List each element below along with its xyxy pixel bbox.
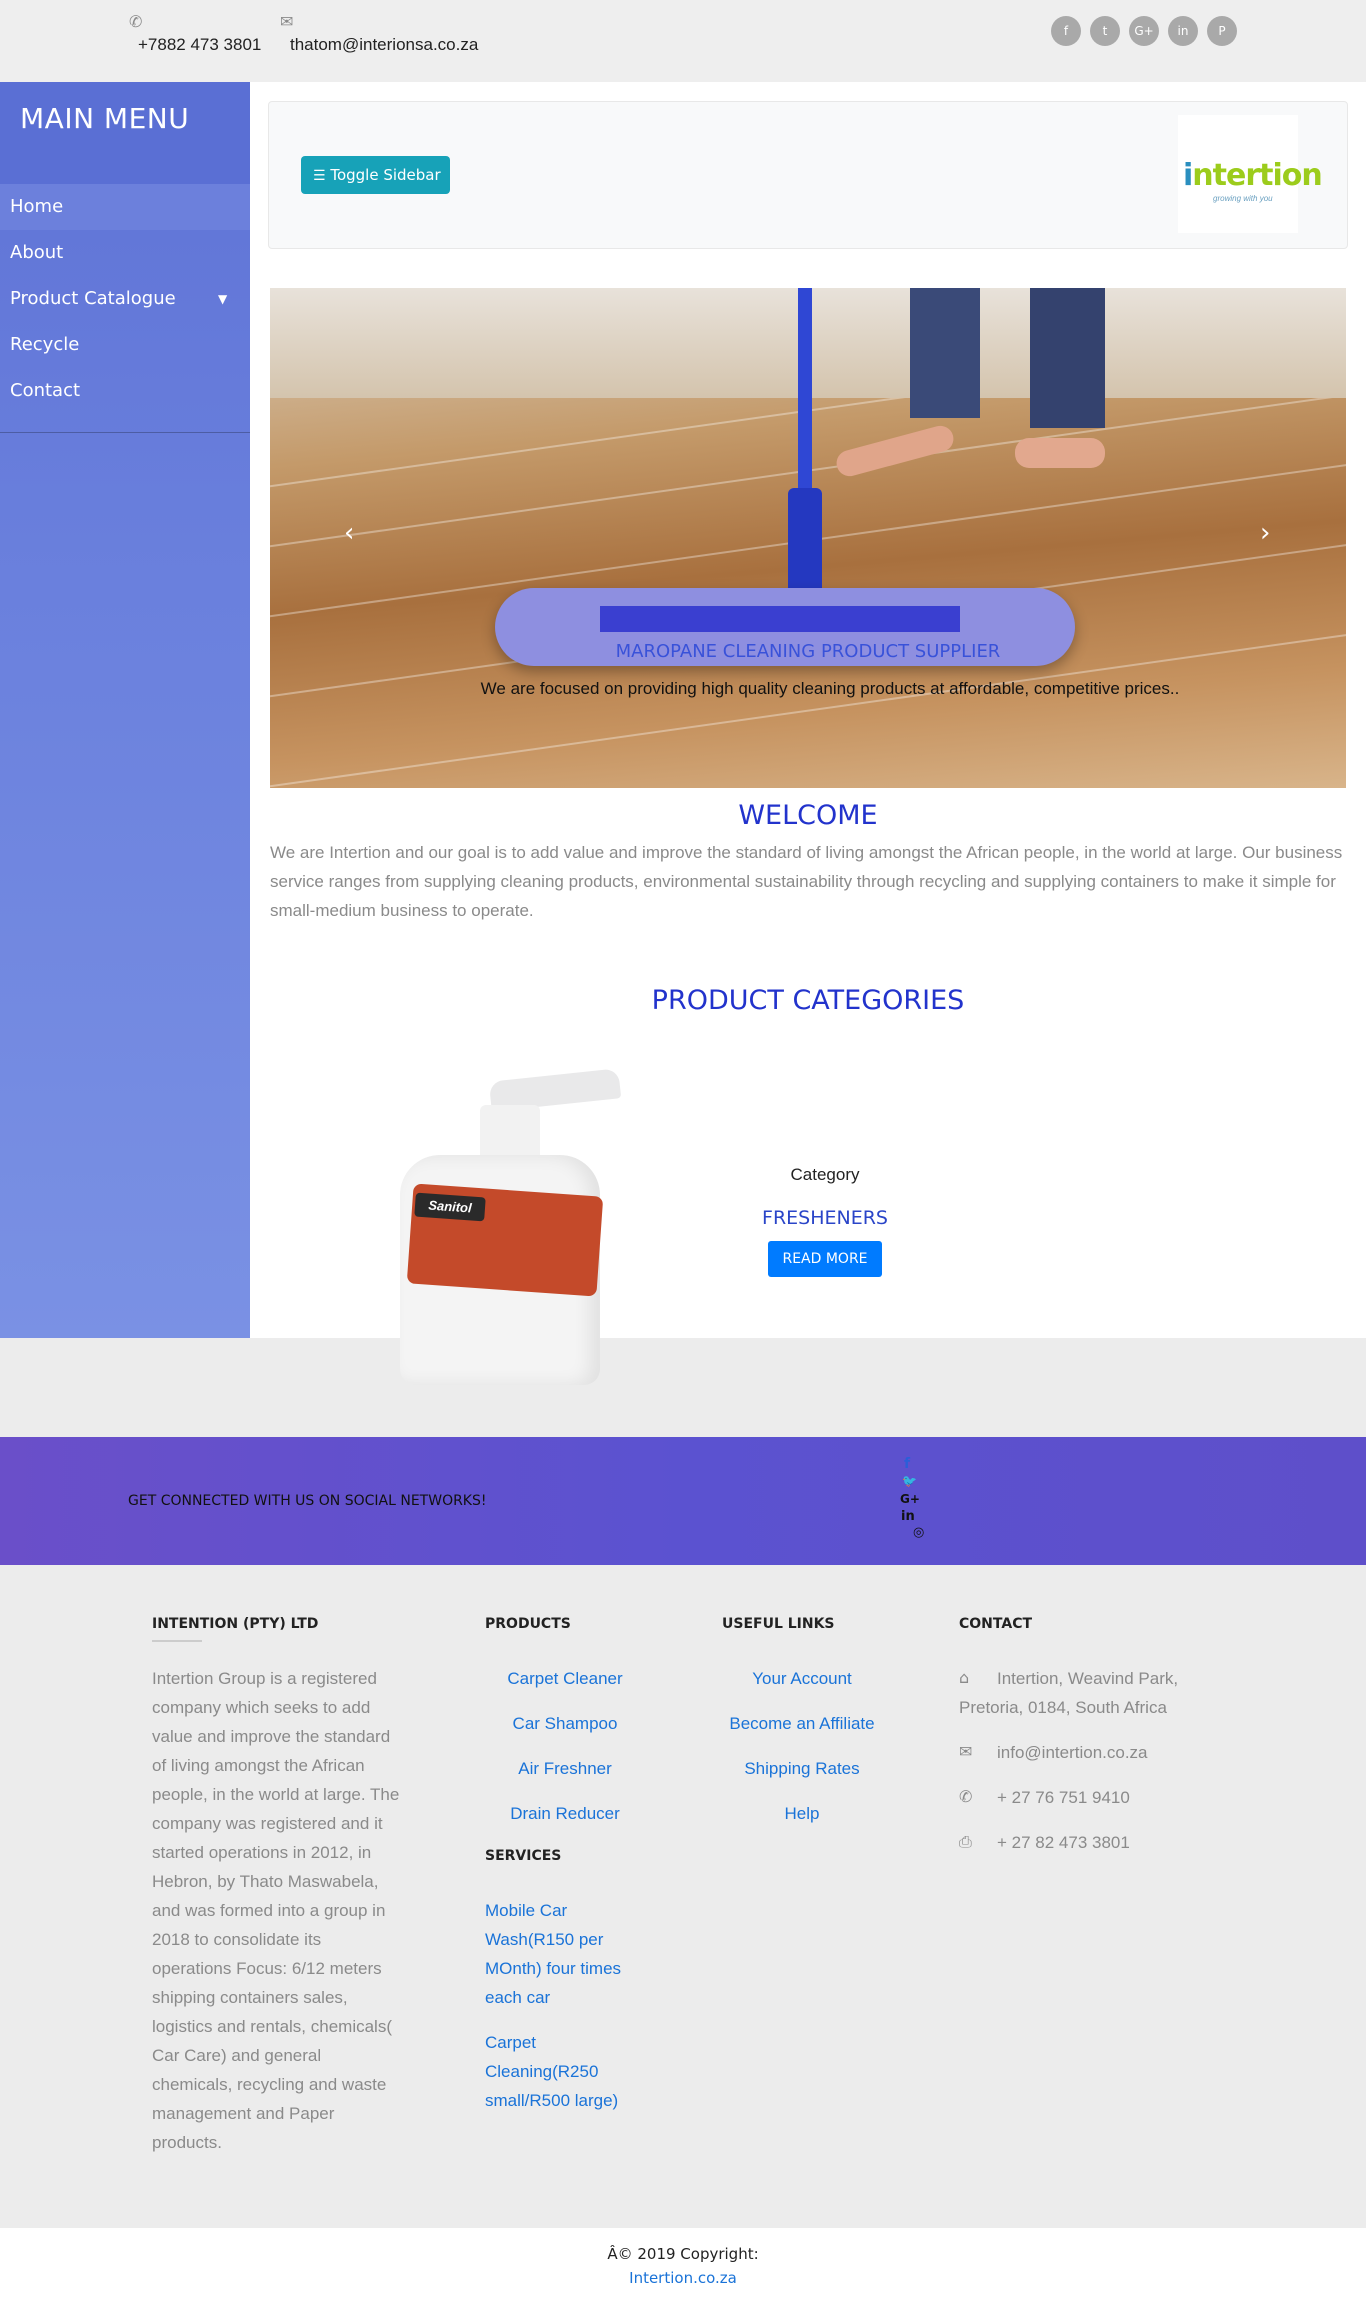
category-name[interactable]: FRESHENERS <box>750 1207 900 1229</box>
logo-wordmark: intertion <box>1183 158 1323 193</box>
foot <box>833 422 957 480</box>
footer-products-heading: PRODUCTS <box>485 1616 571 1632</box>
footer-link-air-freshner[interactable]: Air Freshner <box>485 1754 645 1783</box>
top-phone: +7882 473 3801 <box>138 35 262 54</box>
copyright-link[interactable]: Intertion.co.za <box>0 2269 1366 2287</box>
sidebar-item-contact[interactable]: Contact <box>0 368 250 414</box>
footer-link-become-affiliate[interactable]: Become an Affiliate <box>712 1709 892 1738</box>
footer-link-carpet-cleaner[interactable]: Carpet Cleaner <box>485 1664 645 1693</box>
facebook-icon[interactable]: f <box>1051 16 1081 46</box>
mop-handle <box>798 288 812 498</box>
carousel-prev-icon[interactable]: ‹ <box>344 518 354 548</box>
footer-link-shipping-rates[interactable]: Shipping Rates <box>712 1754 892 1783</box>
footer-link-car-shampoo[interactable]: Car Shampoo <box>485 1709 645 1738</box>
copyright-text: Â© 2019 Copyright: <box>607 2245 759 2263</box>
carousel-caption-title: MAROPANE CLEANING PRODUCT SUPPLIER <box>615 641 1001 662</box>
sidebar-divider <box>0 432 250 433</box>
sidebar-item-label: Home <box>10 196 64 217</box>
facebook-icon[interactable]: f <box>904 1456 910 1472</box>
footer-link-carpet-cleaning[interactable]: Carpet Cleaning(R250 small/R500 large) <box>485 2028 635 2115</box>
phone-icon: ✆ <box>959 1787 973 1806</box>
mop-frame <box>600 606 960 632</box>
logo-tagline: growing with you <box>1213 194 1273 203</box>
toggle-sidebar-button[interactable]: ☰ Toggle Sidebar <box>301 156 450 194</box>
sidebar-item-label: About <box>10 242 64 263</box>
logo-text: ntertion <box>1192 158 1322 193</box>
sidebar-title: MAIN MENU <box>20 102 190 135</box>
instagram-icon[interactable]: ◎ <box>913 1525 924 1540</box>
copyright-bar <box>0 2228 1366 2307</box>
leg <box>910 288 980 418</box>
social-band-text: GET CONNECTED WITH US ON SOCIAL NETWORKS… <box>128 1493 487 1509</box>
product-brand: Sanitol <box>414 1192 486 1222</box>
sidebar-item-recycle[interactable]: Recycle <box>0 322 250 368</box>
sidebar: MAIN MENU Home About Product Catalogue ▼… <box>0 82 250 1338</box>
top-email: thatom@interionsa.co.za <box>290 35 479 54</box>
google-plus-icon[interactable]: G+ <box>900 1492 920 1506</box>
envelope-icon: ✉ <box>280 14 294 31</box>
footer-useful-heading: USEFUL LINKS <box>722 1616 835 1632</box>
foot <box>1015 438 1105 468</box>
logo-i: i <box>1183 158 1193 193</box>
sidebar-item-label: Contact <box>10 380 81 401</box>
carousel: ‹ › <box>270 288 1346 788</box>
carousel-next-icon[interactable]: › <box>1260 518 1270 548</box>
footer-contact-fax: + 27 82 473 3801 <box>997 1833 1130 1852</box>
sidebar-item-label: Recycle <box>10 334 80 355</box>
sidebar-item-home[interactable]: Home <box>0 184 250 230</box>
phone-icon: ✆ <box>129 14 143 31</box>
footer-services-heading: SERVICES <box>485 1848 562 1864</box>
google-plus-icon[interactable]: G+ <box>1129 16 1159 46</box>
welcome-text: We are Intertion and our goal is to add … <box>270 843 1343 920</box>
footer-company-heading: INTENTION (PTY) LTD <box>152 1616 319 1632</box>
leg <box>1030 288 1105 428</box>
print-icon: ⎙ <box>959 1832 972 1851</box>
sidebar-item-about[interactable]: About <box>0 230 250 276</box>
footer-link-mobile-car-wash[interactable]: Mobile Car Wash(R150 per MOnth) four tim… <box>485 1896 635 2012</box>
footer-contact-heading: CONTACT <box>959 1616 1033 1632</box>
footer-contact-email: info@intertion.co.za <box>997 1743 1148 1762</box>
footer-link-help[interactable]: Help <box>712 1799 892 1828</box>
align-left-icon: ☰ <box>313 168 326 184</box>
footer-contact-address: Intertion, Weavind Park, Pretoria, 0184,… <box>959 1669 1179 1717</box>
carousel-caption-text: We are focused on providing high quality… <box>480 679 1180 698</box>
envelope-icon: ✉ <box>959 1742 973 1761</box>
category-label: Category <box>790 1165 860 1184</box>
pinterest-icon[interactable]: P <box>1207 16 1237 46</box>
twitter-icon[interactable]: 🐦 <box>902 1474 917 1488</box>
footer-link-your-account[interactable]: Your Account <box>712 1664 892 1693</box>
caret-down-icon: ▼ <box>218 292 228 306</box>
heading-underline <box>152 1640 202 1642</box>
sidebar-item-product-catalogue[interactable]: Product Catalogue ▼ <box>0 276 250 322</box>
footer-company-text: Intertion Group is a registered company … <box>152 1669 400 2152</box>
welcome-heading: WELCOME <box>738 800 878 831</box>
twitter-icon[interactable]: t <box>1090 16 1120 46</box>
footer-contact-phone: + 27 76 751 9410 <box>997 1788 1130 1807</box>
product-image[interactable]: Sanitol <box>370 1068 690 1385</box>
linkedin-icon[interactable]: in <box>1168 16 1198 46</box>
linkedin-icon[interactable]: in <box>901 1509 915 1524</box>
product-categories-heading: PRODUCT CATEGORIES <box>651 985 965 1016</box>
read-more-button[interactable]: READ MORE <box>768 1241 882 1277</box>
sidebar-item-label: Product Catalogue <box>10 288 176 309</box>
footer-link-drain-reducer[interactable]: Drain Reducer <box>485 1799 645 1828</box>
toggle-sidebar-label: Toggle Sidebar <box>330 166 441 184</box>
